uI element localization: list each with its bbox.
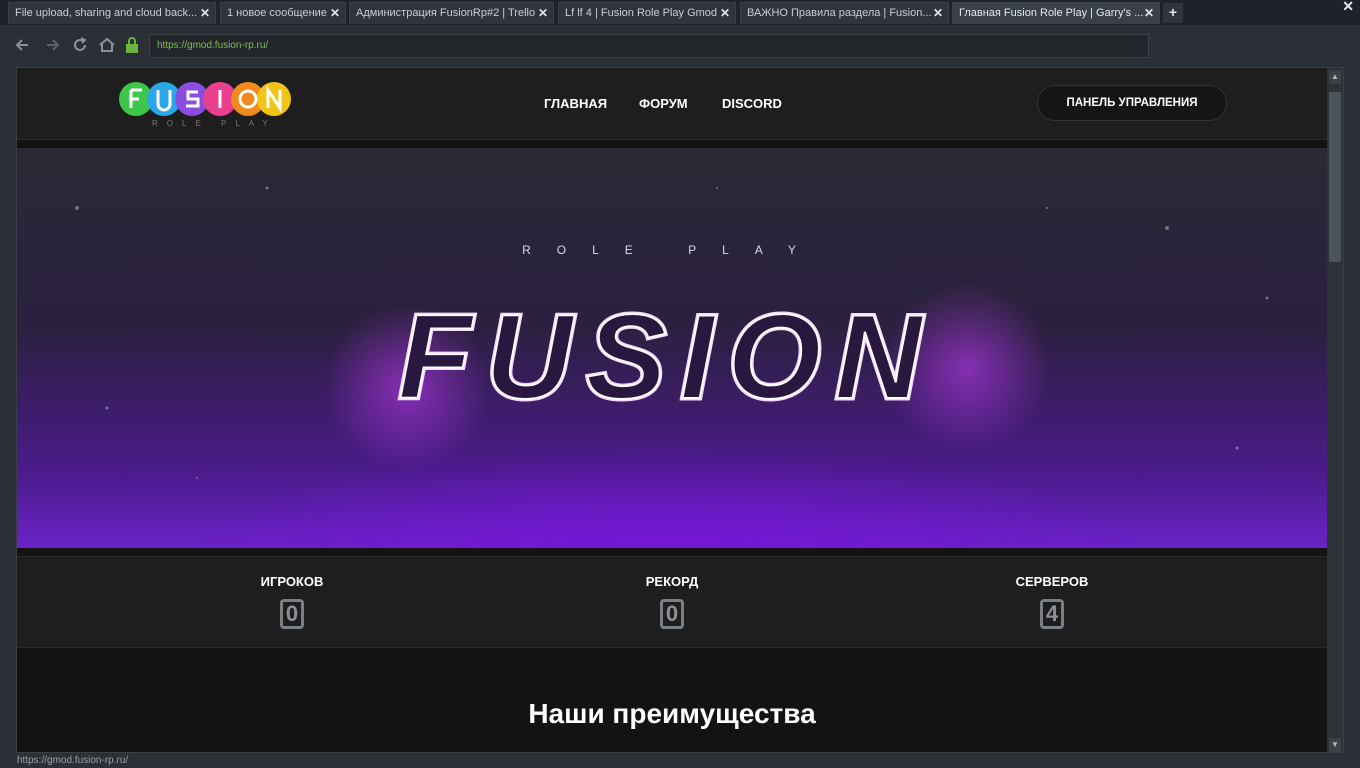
fusion-logo[interactable]: ROLE PLAY <box>117 80 292 130</box>
status-bar-url: https://gmod.fusion-rp.ru/ <box>0 754 1360 768</box>
stat-value: 0 <box>660 599 684 629</box>
tab-close-icon[interactable]: ✕ <box>200 3 210 23</box>
new-tab-button[interactable]: + <box>1163 3 1183 23</box>
tab-label: Главная Fusion Role Play | Garry's ... <box>959 7 1144 19</box>
tab-label: ВАЖНО Правила раздела | Fusion... <box>747 7 932 19</box>
home-icon[interactable] <box>97 35 117 55</box>
control-panel-button[interactable]: ПАНЕЛЬ УПРАВЛЕНИЯ <box>1037 85 1227 121</box>
stat-value: 4 <box>1040 599 1064 629</box>
page-viewport: ROLE PLAY ГЛАВНАЯ ФОРУМ DISCORD ПАНЕЛЬ У… <box>16 67 1344 753</box>
stat-servers: СЕРВЕРОВ 4 <box>952 557 1152 629</box>
scroll-down-icon[interactable]: ▼ <box>1329 738 1341 752</box>
hero-banner: ROLE PLAY FUSION FUSION <box>17 148 1327 548</box>
nav-forum[interactable]: ФОРУМ <box>639 96 688 111</box>
tab-close-icon[interactable]: ✕ <box>720 3 730 23</box>
tab-trello[interactable]: Администрация FusionRp#2 | Trello ✕ <box>349 2 554 24</box>
stat-digit: 4 <box>1045 601 1059 626</box>
logo-subtitle: ROLE PLAY <box>152 119 277 128</box>
tab-file-upload[interactable]: File upload, sharing and cloud back... ✕ <box>8 2 216 24</box>
stat-digit: 0 <box>665 601 679 626</box>
stat-label: РЕКОРД <box>645 574 699 589</box>
stat-label: СЕРВЕРОВ <box>1015 574 1089 589</box>
advantages-heading: Наши преимущества <box>528 698 816 729</box>
hero-title: FUSION <box>398 290 935 424</box>
reload-icon[interactable] <box>70 35 90 55</box>
page-scrollbar[interactable]: ▲ ▼ <box>1327 68 1343 752</box>
tab-label: Lf lf 4 | Fusion Role Play Gmod <box>565 7 718 19</box>
window-close-icon[interactable]: ✕ <box>1342 0 1354 15</box>
forward-icon[interactable] <box>43 35 63 55</box>
tab-label: Администрация FusionRp#2 | Trello <box>356 7 536 19</box>
stat-record: РЕКОРД 0 <box>572 557 772 629</box>
stat-players: ИГРОКОВ 0 <box>192 557 392 629</box>
server-stats: ИГРОКОВ 0 РЕКОРД 0 СЕРВЕРОВ 4 <box>17 556 1327 648</box>
tab-new-message[interactable]: 1 новое сообщение ✕ <box>220 2 346 24</box>
tab-close-icon[interactable]: ✕ <box>330 3 340 23</box>
tab-label: File upload, sharing and cloud back... <box>15 7 198 19</box>
nav-home[interactable]: ГЛАВНАЯ <box>544 96 607 111</box>
stat-value: 0 <box>280 599 304 629</box>
tab-rules[interactable]: ВАЖНО Правила раздела | Fusion... ✕ <box>740 2 949 24</box>
lock-icon <box>122 35 142 55</box>
stat-label: ИГРОКОВ <box>260 574 324 589</box>
hero-tagline: ROLE PLAY <box>522 243 822 257</box>
back-icon[interactable] <box>12 35 32 55</box>
scroll-thumb[interactable] <box>1329 92 1341 262</box>
scroll-up-icon[interactable]: ▲ <box>1329 70 1341 84</box>
tab-fusion-gmod[interactable]: Lf lf 4 | Fusion Role Play Gmod ✕ <box>558 2 736 24</box>
browser-toolbar: https://gmod.fusion-rp.ru/ <box>0 25 1360 65</box>
tab-close-icon[interactable]: ✕ <box>1144 3 1154 23</box>
address-bar[interactable]: https://gmod.fusion-rp.ru/ <box>149 34 1149 58</box>
tab-close-icon[interactable]: ✕ <box>933 3 943 23</box>
tab-close-icon[interactable]: ✕ <box>538 3 548 23</box>
tab-main-fusion[interactable]: Главная Fusion Role Play | Garry's ... ✕ <box>952 2 1160 24</box>
header-divider <box>17 140 1327 148</box>
tab-bar: File upload, sharing and cloud back... ✕… <box>0 0 1360 25</box>
tab-label: 1 новое сообщение <box>227 7 327 19</box>
site-header: ROLE PLAY ГЛАВНАЯ ФОРУМ DISCORD ПАНЕЛЬ У… <box>17 68 1327 140</box>
nav-discord[interactable]: DISCORD <box>722 96 782 111</box>
stat-digit: 0 <box>285 601 299 626</box>
